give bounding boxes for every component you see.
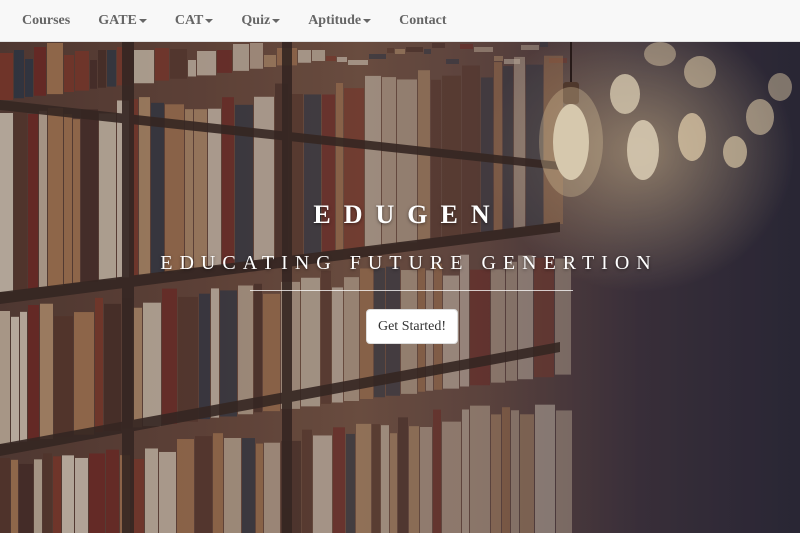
nav-item-label: Contact [399, 13, 447, 28]
nav-item-gate[interactable]: GATE [84, 13, 161, 29]
title-divider [250, 290, 573, 291]
hero-section: EDUGEN EDUCATING FUTURE GENERTION Get St… [0, 42, 800, 533]
caret-down-icon [205, 19, 214, 23]
caret-down-icon [138, 19, 147, 23]
brand-tagline: EDUCATING FUTURE GENERTION [160, 252, 658, 274]
nav-item-courses[interactable]: Courses [8, 13, 84, 29]
caret-down-icon [363, 19, 372, 23]
nav-menu: Courses GATE CAT Quiz Aptitude Contact [0, 0, 800, 42]
nav-item-label: Aptitude [308, 13, 362, 28]
brand-title: EDUGEN [313, 200, 503, 229]
nav-item-cat[interactable]: CAT [161, 13, 228, 29]
caret-down-icon [272, 19, 281, 23]
top-navbar: Courses GATE CAT Quiz Aptitude Contact [0, 0, 800, 42]
nav-item-aptitude[interactable]: Aptitude [294, 13, 385, 29]
nav-item-label: Courses [22, 13, 71, 28]
nav-item-label: GATE [98, 13, 137, 28]
hero-content: EDUGEN EDUCATING FUTURE GENERTION Get St… [0, 42, 800, 533]
get-started-button[interactable]: Get Started! [366, 309, 458, 344]
nav-item-quiz[interactable]: Quiz [227, 13, 294, 29]
nav-item-label: CAT [174, 13, 204, 28]
nav-item-contact[interactable]: Contact [385, 13, 460, 29]
nav-item-label: Quiz [241, 13, 271, 28]
